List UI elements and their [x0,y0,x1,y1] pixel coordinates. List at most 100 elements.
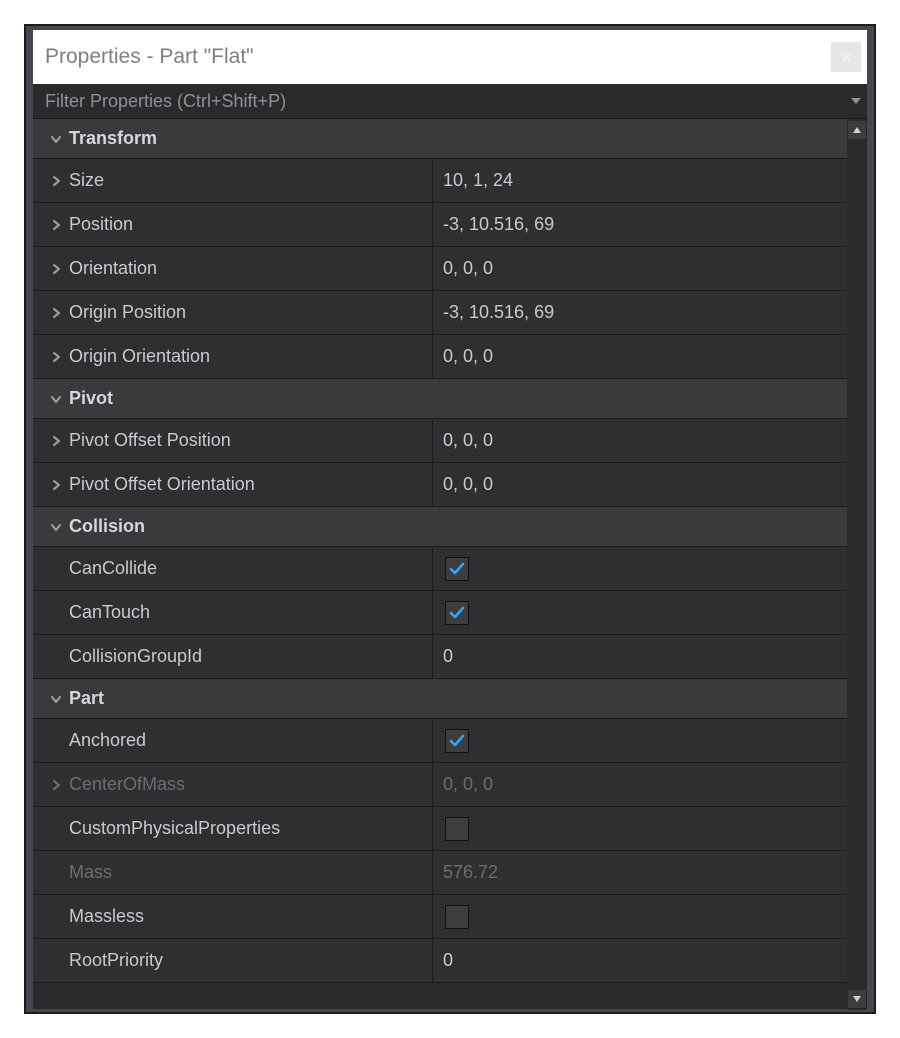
chevron-right-icon[interactable] [43,434,69,448]
property-name-cell: RootPriority [33,939,433,982]
chevron-right-icon[interactable] [43,218,69,232]
property-name: Pivot Offset Orientation [69,474,255,495]
section-header-cell: Part [33,679,433,718]
property-row-pivot-offset-orientation: Pivot Offset Orientation 0, 0, 0 [33,463,847,507]
checkbox-cantouch[interactable] [445,601,469,625]
filter-input[interactable] [43,90,857,113]
property-value-cell[interactable]: 0 [433,635,847,678]
property-value-cell[interactable]: -3, 10.516, 69 [433,291,847,334]
property-name-cell: CanTouch [33,591,433,634]
scrollbar[interactable] [847,119,867,1010]
section-header-pivot[interactable]: Pivot [33,379,847,419]
property-value: -3, 10.516, 69 [443,214,554,235]
property-row-size: Size 10, 1, 24 [33,159,847,203]
property-value-cell[interactable] [433,591,847,634]
property-row-anchored: Anchored [33,719,847,763]
chevron-down-icon[interactable] [43,132,69,146]
property-value-cell[interactable] [433,807,847,850]
property-row-origin-orientation: Origin Orientation 0, 0, 0 [33,335,847,379]
property-row-cancollide: CanCollide [33,547,847,591]
property-row-cantouch: CanTouch [33,591,847,635]
filter-bar [33,84,867,119]
property-name-cell: Anchored [33,719,433,762]
checkbox-cancollide[interactable] [445,557,469,581]
section-header-cell: Pivot [33,379,433,418]
chevron-right-icon[interactable] [43,262,69,276]
property-value-cell: 576.72 [433,851,847,894]
property-row-massless: Massless [33,895,847,939]
filter-dropdown-icon[interactable] [851,98,861,104]
properties-panel: Properties - Part "Flat" Transform Size 10… [33,30,867,1009]
property-value-cell[interactable] [433,547,847,590]
property-row-mass: Mass 576.72 [33,851,847,895]
property-value: 10, 1, 24 [443,170,513,191]
property-value-cell[interactable]: 10, 1, 24 [433,159,847,202]
chevron-right-icon [43,778,69,792]
property-value-cell[interactable]: -3, 10.516, 69 [433,203,847,246]
chevron-down-icon [852,995,862,1003]
window-frame: Properties - Part "Flat" Transform Size 10… [24,24,876,1014]
property-value-cell[interactable] [433,895,847,938]
section-label: Pivot [69,388,113,409]
property-value: 0, 0, 0 [443,774,493,795]
property-value: 0 [443,950,453,971]
chevron-down-icon[interactable] [43,692,69,706]
property-name: CenterOfMass [69,774,185,795]
property-name: CustomPhysicalProperties [69,818,280,839]
scroll-up-button[interactable] [848,121,866,139]
checkbox-anchored[interactable] [445,729,469,753]
section-header-transform[interactable]: Transform [33,119,847,159]
property-value-cell[interactable]: 0, 0, 0 [433,463,847,506]
checkbox-massless[interactable] [445,905,469,929]
property-name: Massless [69,906,144,927]
property-value-cell[interactable]: 0, 0, 0 [433,419,847,462]
property-value-cell[interactable]: 0, 0, 0 [433,247,847,290]
property-name: Size [69,170,104,191]
property-row-customphysicalproperties: CustomPhysicalProperties [33,807,847,851]
chevron-down-icon[interactable] [43,520,69,534]
property-name: Pivot Offset Position [69,430,231,451]
chevron-right-icon[interactable] [43,478,69,492]
chevron-right-icon[interactable] [43,306,69,320]
property-row-orientation: Orientation0, 0, 0 [33,247,847,291]
property-value: 0 [443,646,453,667]
property-value: 0, 0, 0 [443,346,493,367]
property-name-cell: Origin Orientation [33,335,433,378]
scroll-down-button[interactable] [848,990,866,1008]
property-row-position: Position -3, 10.516, 69 [33,203,847,247]
property-value: 0, 0, 0 [443,474,493,495]
property-value-cell[interactable]: 0, 0, 0 [433,335,847,378]
close-button[interactable] [831,42,861,72]
property-name-cell: Massless [33,895,433,938]
properties-body: Transform Size 10, 1, 24 Position -3, 10.516… [33,119,867,1010]
section-label: Part [69,688,104,709]
property-value: 0, 0, 0 [443,430,493,451]
property-name: Position [69,214,133,235]
property-value-cell[interactable]: 0 [433,939,847,982]
properties-list: Transform Size 10, 1, 24 Position -3, 10.516… [33,119,847,1010]
property-name-cell: Position [33,203,433,246]
property-row-rootpriority: RootPriority 0 [33,939,847,983]
property-name: Mass [69,862,112,883]
section-header-part[interactable]: Part [33,679,847,719]
chevron-right-icon[interactable] [43,174,69,188]
property-name: Anchored [69,730,146,751]
property-name-cell: CollisionGroupId [33,635,433,678]
property-name-cell: Size [33,159,433,202]
property-value: 0, 0, 0 [443,258,493,279]
section-header-collision[interactable]: Collision [33,507,847,547]
chevron-down-icon[interactable] [43,392,69,406]
titlebar: Properties - Part "Flat" [33,30,867,84]
property-value-cell[interactable] [433,719,847,762]
property-row-origin-position: Origin Position-3, 10.516, 69 [33,291,847,335]
property-value-cell: 0, 0, 0 [433,763,847,806]
property-name: RootPriority [69,950,163,971]
chevron-right-icon[interactable] [43,350,69,364]
checkbox-customphysicalproperties[interactable] [445,817,469,841]
property-name: CanCollide [69,558,157,579]
property-name-cell: Mass [33,851,433,894]
section-label: Transform [69,128,157,149]
section-header-cell: Transform [33,119,433,158]
property-row-pivot-offset-position: Pivot Offset Position 0, 0, 0 [33,419,847,463]
property-value: -3, 10.516, 69 [443,302,554,323]
